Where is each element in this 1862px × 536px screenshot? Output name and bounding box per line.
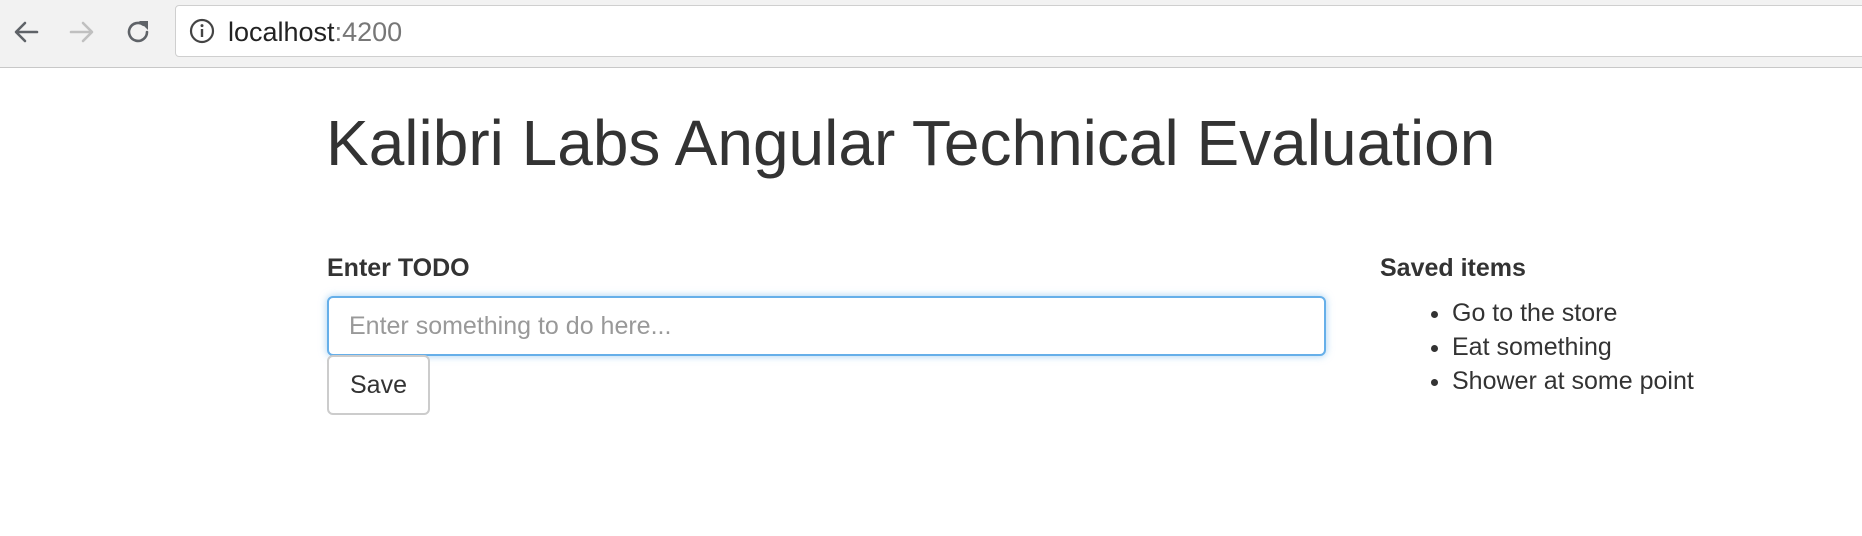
forward-button[interactable] <box>62 12 102 52</box>
todo-label: Enter TODO <box>327 254 470 282</box>
reload-button[interactable] <box>118 12 158 52</box>
list-item: Shower at some point <box>1452 364 1694 398</box>
info-icon[interactable] <box>189 18 215 44</box>
page-title: Kalibri Labs Angular Technical Evaluatio… <box>326 107 1496 179</box>
arrow-left-icon <box>14 21 39 43</box>
reload-icon <box>127 21 149 43</box>
saved-items-list: Go to the store Eat something Shower at … <box>1380 296 1694 398</box>
url-text[interactable]: localhost:4200 <box>228 17 402 47</box>
arrow-right-icon <box>69 21 94 43</box>
address-bar[interactable]: localhost:4200 <box>175 5 1862 57</box>
back-button[interactable] <box>6 12 46 52</box>
saved-items-heading: Saved items <box>1380 254 1526 282</box>
url-port: :4200 <box>334 17 403 47</box>
list-item: Go to the store <box>1452 296 1694 330</box>
url-host: localhost <box>228 17 335 47</box>
save-button[interactable]: Save <box>327 355 430 415</box>
todo-input[interactable] <box>327 296 1326 356</box>
list-item: Eat something <box>1452 330 1694 364</box>
browser-toolbar: localhost:4200 <box>0 0 1862 68</box>
